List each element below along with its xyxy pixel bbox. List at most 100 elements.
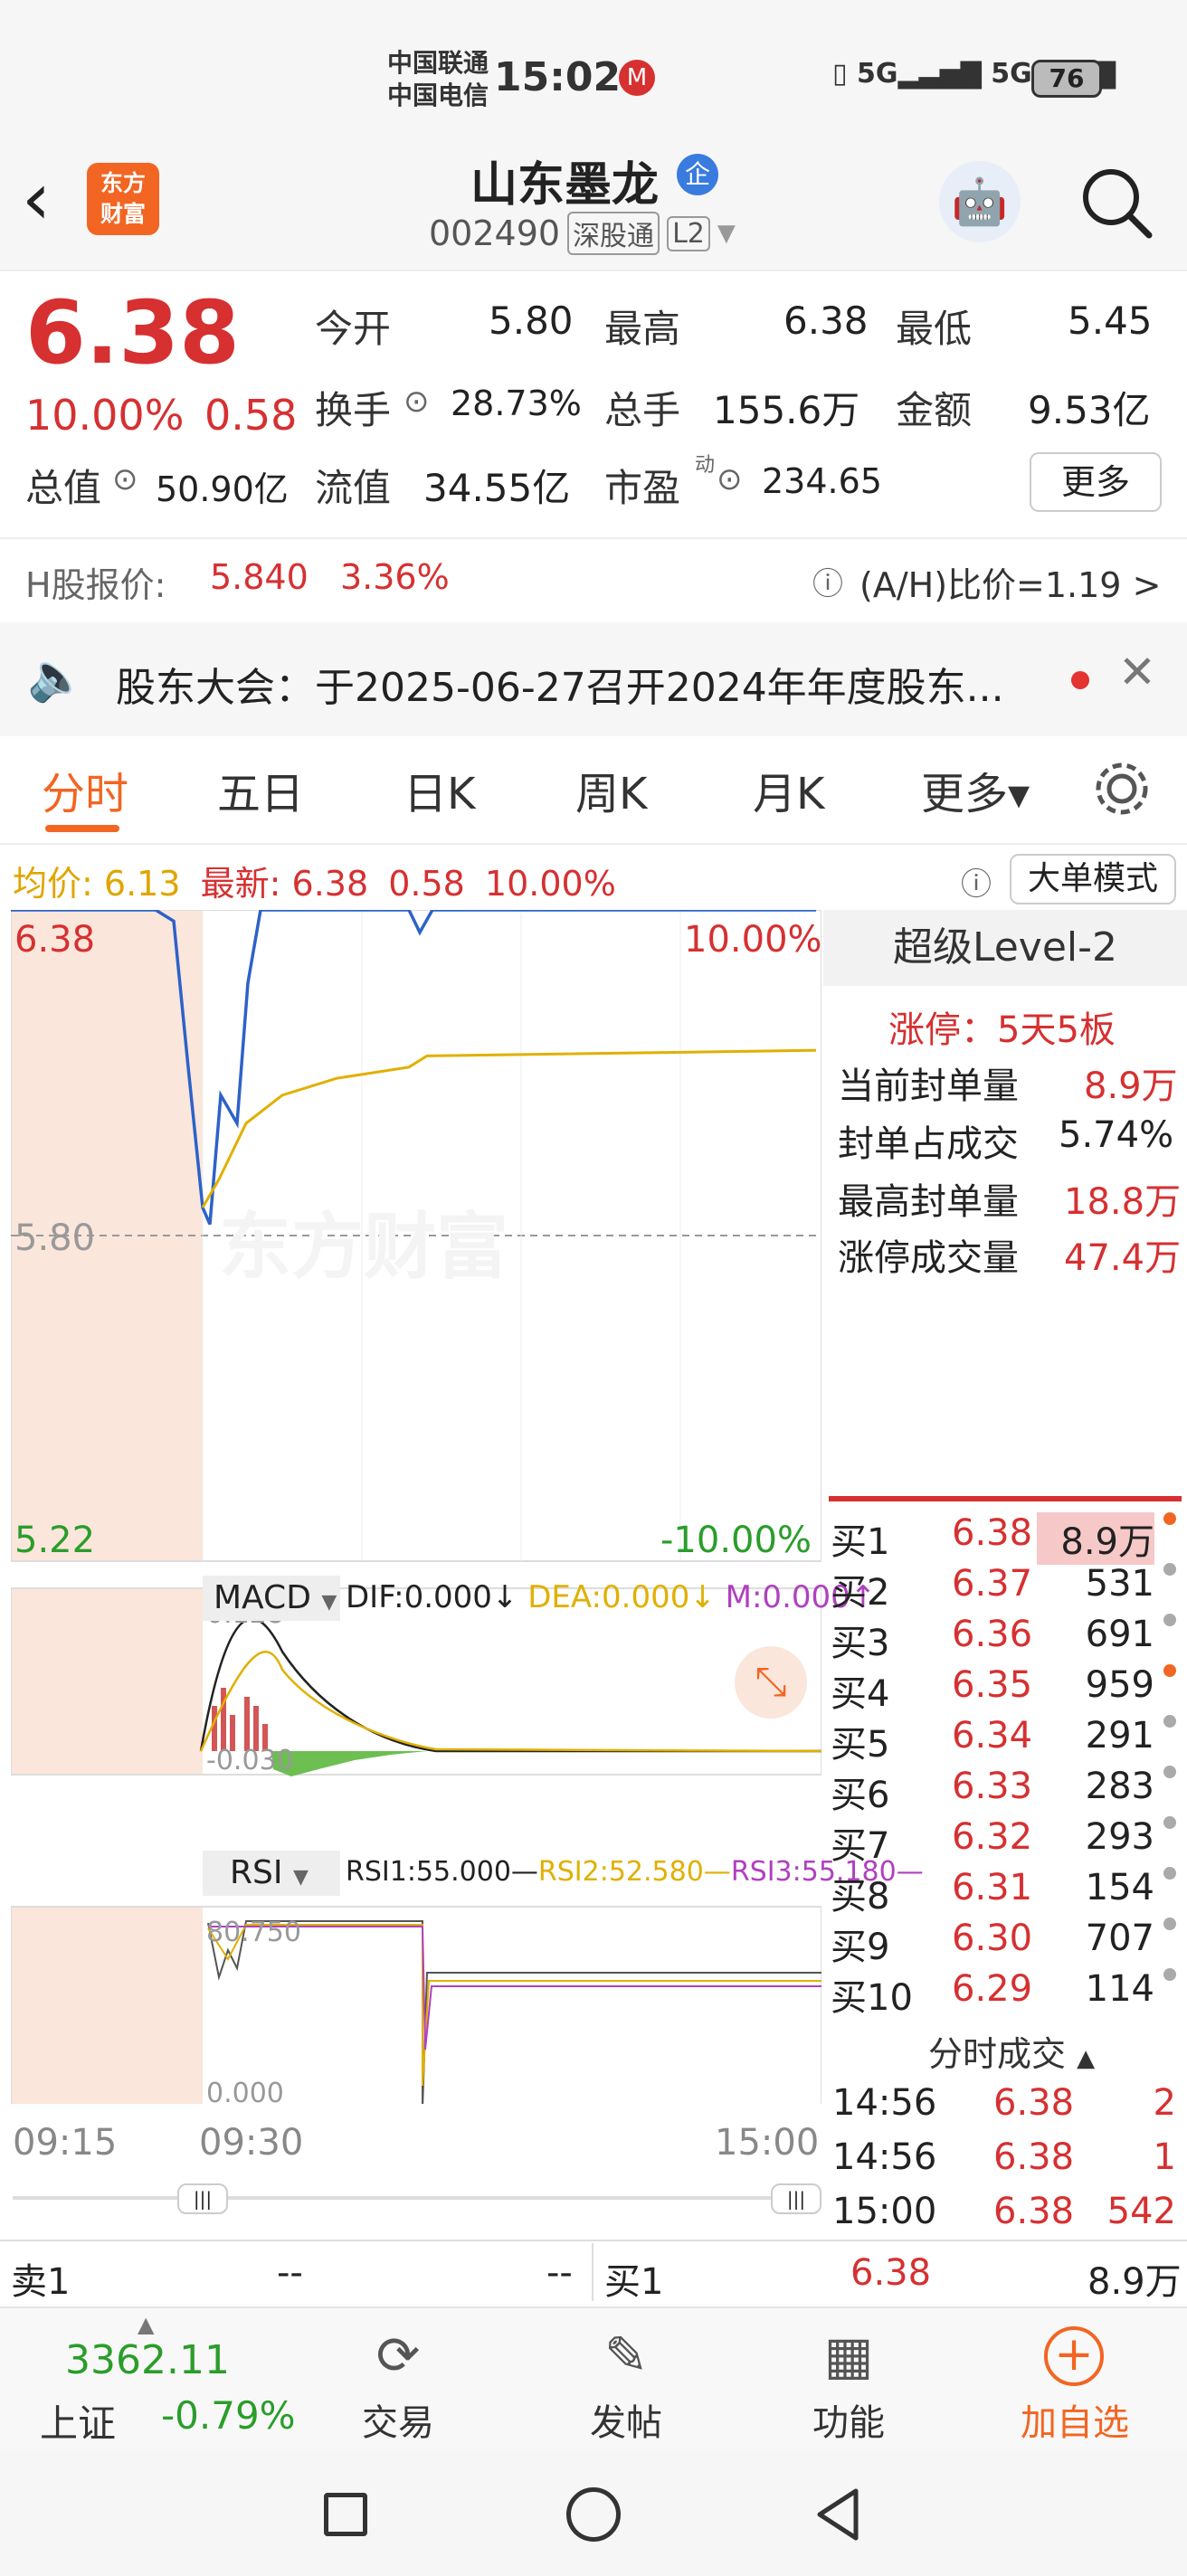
order-book-row[interactable]: 买5 6.34 291 bbox=[831, 1711, 1187, 1766]
tab-weekly[interactable]: 周K bbox=[575, 758, 647, 821]
order-book-row[interactable]: 买8 6.31 154 bbox=[831, 1863, 1187, 1918]
info-icon[interactable]: ⊙ bbox=[404, 384, 430, 420]
home-icon[interactable] bbox=[566, 2487, 621, 2542]
nav-trade[interactable]: 交易 bbox=[308, 2393, 489, 2446]
recent-apps-icon[interactable] bbox=[324, 2493, 367, 2536]
divider bbox=[0, 2240, 1187, 2241]
time-start: 09:15 bbox=[13, 2122, 118, 2164]
ob-dot bbox=[1163, 1968, 1176, 1981]
trade-icon[interactable]: ⟳ bbox=[358, 2325, 438, 2388]
signal-bars-icon: ▂▃▅▇ bbox=[897, 58, 982, 90]
orderbook-divider bbox=[829, 1496, 1182, 1501]
nav-post[interactable]: 发帖 bbox=[536, 2393, 717, 2446]
ob-label: 买3 bbox=[831, 1623, 890, 1664]
order-book-row[interactable]: 买10 6.29 114 bbox=[831, 1965, 1187, 2019]
info-icon[interactable]: ⊙ bbox=[717, 461, 743, 497]
rsi-selector[interactable]: RSI ▼ bbox=[203, 1851, 340, 1896]
ah-ratio[interactable]: (A/H)比价=1.19 > bbox=[859, 557, 1161, 607]
ob-dot bbox=[1163, 1563, 1176, 1576]
order-book-row[interactable]: 买4 6.35 959 bbox=[831, 1661, 1187, 1715]
index-pct[interactable]: -0.79% bbox=[161, 2393, 296, 2438]
expand-icon[interactable]: ⤡ bbox=[735, 1646, 807, 1719]
tab-5day[interactable]: 五日 bbox=[217, 758, 304, 821]
timeline-scroll-track[interactable] bbox=[13, 2196, 818, 2200]
order-book-row[interactable]: 买6 6.33 283 bbox=[831, 1762, 1187, 1816]
app-notify-icon: M bbox=[619, 60, 655, 96]
app-logo[interactable]: 东方 财富 bbox=[87, 163, 159, 235]
caret-up-icon: ▲ bbox=[1077, 2045, 1096, 2072]
help-icon[interactable]: ⓘ bbox=[812, 559, 843, 603]
pe-value: 234.65 bbox=[762, 461, 882, 501]
more-button[interactable]: 更多 bbox=[1030, 452, 1162, 512]
big-order-mode-button[interactable]: 大单模式 bbox=[1010, 854, 1176, 904]
tab-daily[interactable]: 日K bbox=[404, 758, 475, 821]
ob-label: 买1 bbox=[831, 1521, 890, 1563]
ob-label: 买10 bbox=[831, 1977, 913, 2019]
apps-grid-icon[interactable]: ▦ bbox=[812, 2325, 885, 2388]
stock-code-row[interactable]: 002490 深股通 L2 ▼ bbox=[429, 212, 736, 255]
float-value: 34.55亿 bbox=[423, 466, 571, 510]
ah-ratio-text: (A/H)比价=1.19 bbox=[859, 565, 1122, 605]
robot-assistant-icon[interactable]: 🤖 bbox=[939, 161, 1021, 242]
tick-volume: 2 bbox=[1153, 2082, 1176, 2124]
ob-price: 6.33 bbox=[952, 1766, 1033, 1807]
ob-volume: 959 bbox=[1085, 1664, 1154, 1706]
ob-volume: 691 bbox=[1085, 1614, 1154, 1655]
info-icon[interactable]: ⊙ bbox=[112, 461, 138, 497]
close-icon[interactable]: ✕ bbox=[1118, 646, 1156, 698]
index-name[interactable]: 上证 bbox=[40, 2393, 116, 2448]
company-badge: 企 bbox=[677, 154, 718, 195]
order-book-row[interactable]: 买3 6.36 691 bbox=[831, 1610, 1187, 1664]
clock: 15:02 bbox=[494, 54, 622, 100]
ob-volume: 114 bbox=[1085, 1968, 1154, 2010]
intraday-chart[interactable]: 东方财富 0.128 -0.030 80.750 0.000 bbox=[11, 910, 821, 2104]
vibrate-icon: ▯ bbox=[832, 58, 848, 90]
hshare-label: H股报价: bbox=[25, 565, 166, 605]
low-label: 最低 bbox=[896, 307, 973, 351]
help-icon[interactable]: ⓘ bbox=[961, 859, 992, 904]
tab-intraday[interactable]: 分时 bbox=[42, 758, 128, 821]
tick-price: 6.38 bbox=[993, 2136, 1075, 2178]
ob-price: 6.37 bbox=[952, 1563, 1033, 1605]
chart-bottom-pct: -10.00% bbox=[660, 1520, 812, 1561]
ob-volume: 291 bbox=[1085, 1715, 1154, 1757]
l2-row4-value: 47.4万 bbox=[1064, 1237, 1182, 1279]
tab-more[interactable]: 更多▾ bbox=[921, 758, 1030, 821]
tag-sgt: 深股通 bbox=[567, 212, 660, 255]
macd-name: MACD bbox=[214, 1579, 311, 1616]
order-book-row[interactable]: 买2 6.37 531 bbox=[831, 1559, 1187, 1614]
notice-bar[interactable]: 🔈 股东大会：于2025-06-27召开2024年年度股东... ✕ bbox=[0, 622, 1187, 736]
notice-text: 股东大会：于2025-06-27召开2024年年度股东... bbox=[116, 665, 1004, 711]
order-book-row[interactable]: 买7 6.32 293 bbox=[831, 1813, 1187, 1867]
index-value[interactable]: 3362.11 bbox=[65, 2337, 230, 2383]
hshare-pct: 3.36% bbox=[340, 557, 450, 597]
scroll-handle-right[interactable]: ||| bbox=[771, 2183, 821, 2214]
rsi-lo: 0.000 bbox=[206, 2078, 284, 2104]
level2-title[interactable]: 超级Level-2 bbox=[823, 910, 1187, 986]
macd-selector[interactable]: MACD ▼ bbox=[203, 1576, 340, 1621]
nav-function[interactable]: 功能 bbox=[758, 2393, 939, 2446]
tick-row: 14:56 6.38 1 bbox=[831, 2133, 1187, 2183]
ob-dot bbox=[1163, 1715, 1176, 1728]
buy1-label: 买1 bbox=[604, 2261, 664, 2303]
turnover-label: 换手 bbox=[315, 388, 392, 432]
l2-row2-value: 5.74% bbox=[1059, 1114, 1174, 1156]
volume-value: 155.6万 bbox=[713, 388, 860, 432]
add-watchlist-icon[interactable]: + bbox=[1044, 2326, 1104, 2386]
order-book-row[interactable]: 买1 6.38 8.9万 bbox=[831, 1509, 1187, 1565]
back-nav-icon[interactable] bbox=[811, 2486, 865, 2543]
scroll-handle-left[interactable]: ||| bbox=[177, 2183, 228, 2214]
ticks-title[interactable]: 分时成交 ▲ bbox=[928, 2026, 1095, 2076]
settings-icon[interactable] bbox=[1091, 758, 1153, 819]
nav-add-watchlist[interactable]: 加自选 bbox=[984, 2393, 1165, 2446]
back-icon[interactable]: ‹ bbox=[22, 163, 51, 235]
tab-monthly[interactable]: 月K bbox=[753, 758, 824, 821]
amount-value: 9.53亿 bbox=[1028, 388, 1151, 432]
macd-lo: -0.030 bbox=[206, 1745, 294, 1776]
search-icon[interactable] bbox=[1077, 163, 1154, 241]
avg-label: 均价: bbox=[13, 864, 93, 904]
post-icon[interactable]: ✎ bbox=[590, 2325, 662, 2388]
order-book-row[interactable]: 买9 6.30 707 bbox=[831, 1914, 1187, 1968]
open-label: 今开 bbox=[315, 307, 392, 351]
tick-row: 14:56 6.38 2 bbox=[831, 2079, 1187, 2129]
